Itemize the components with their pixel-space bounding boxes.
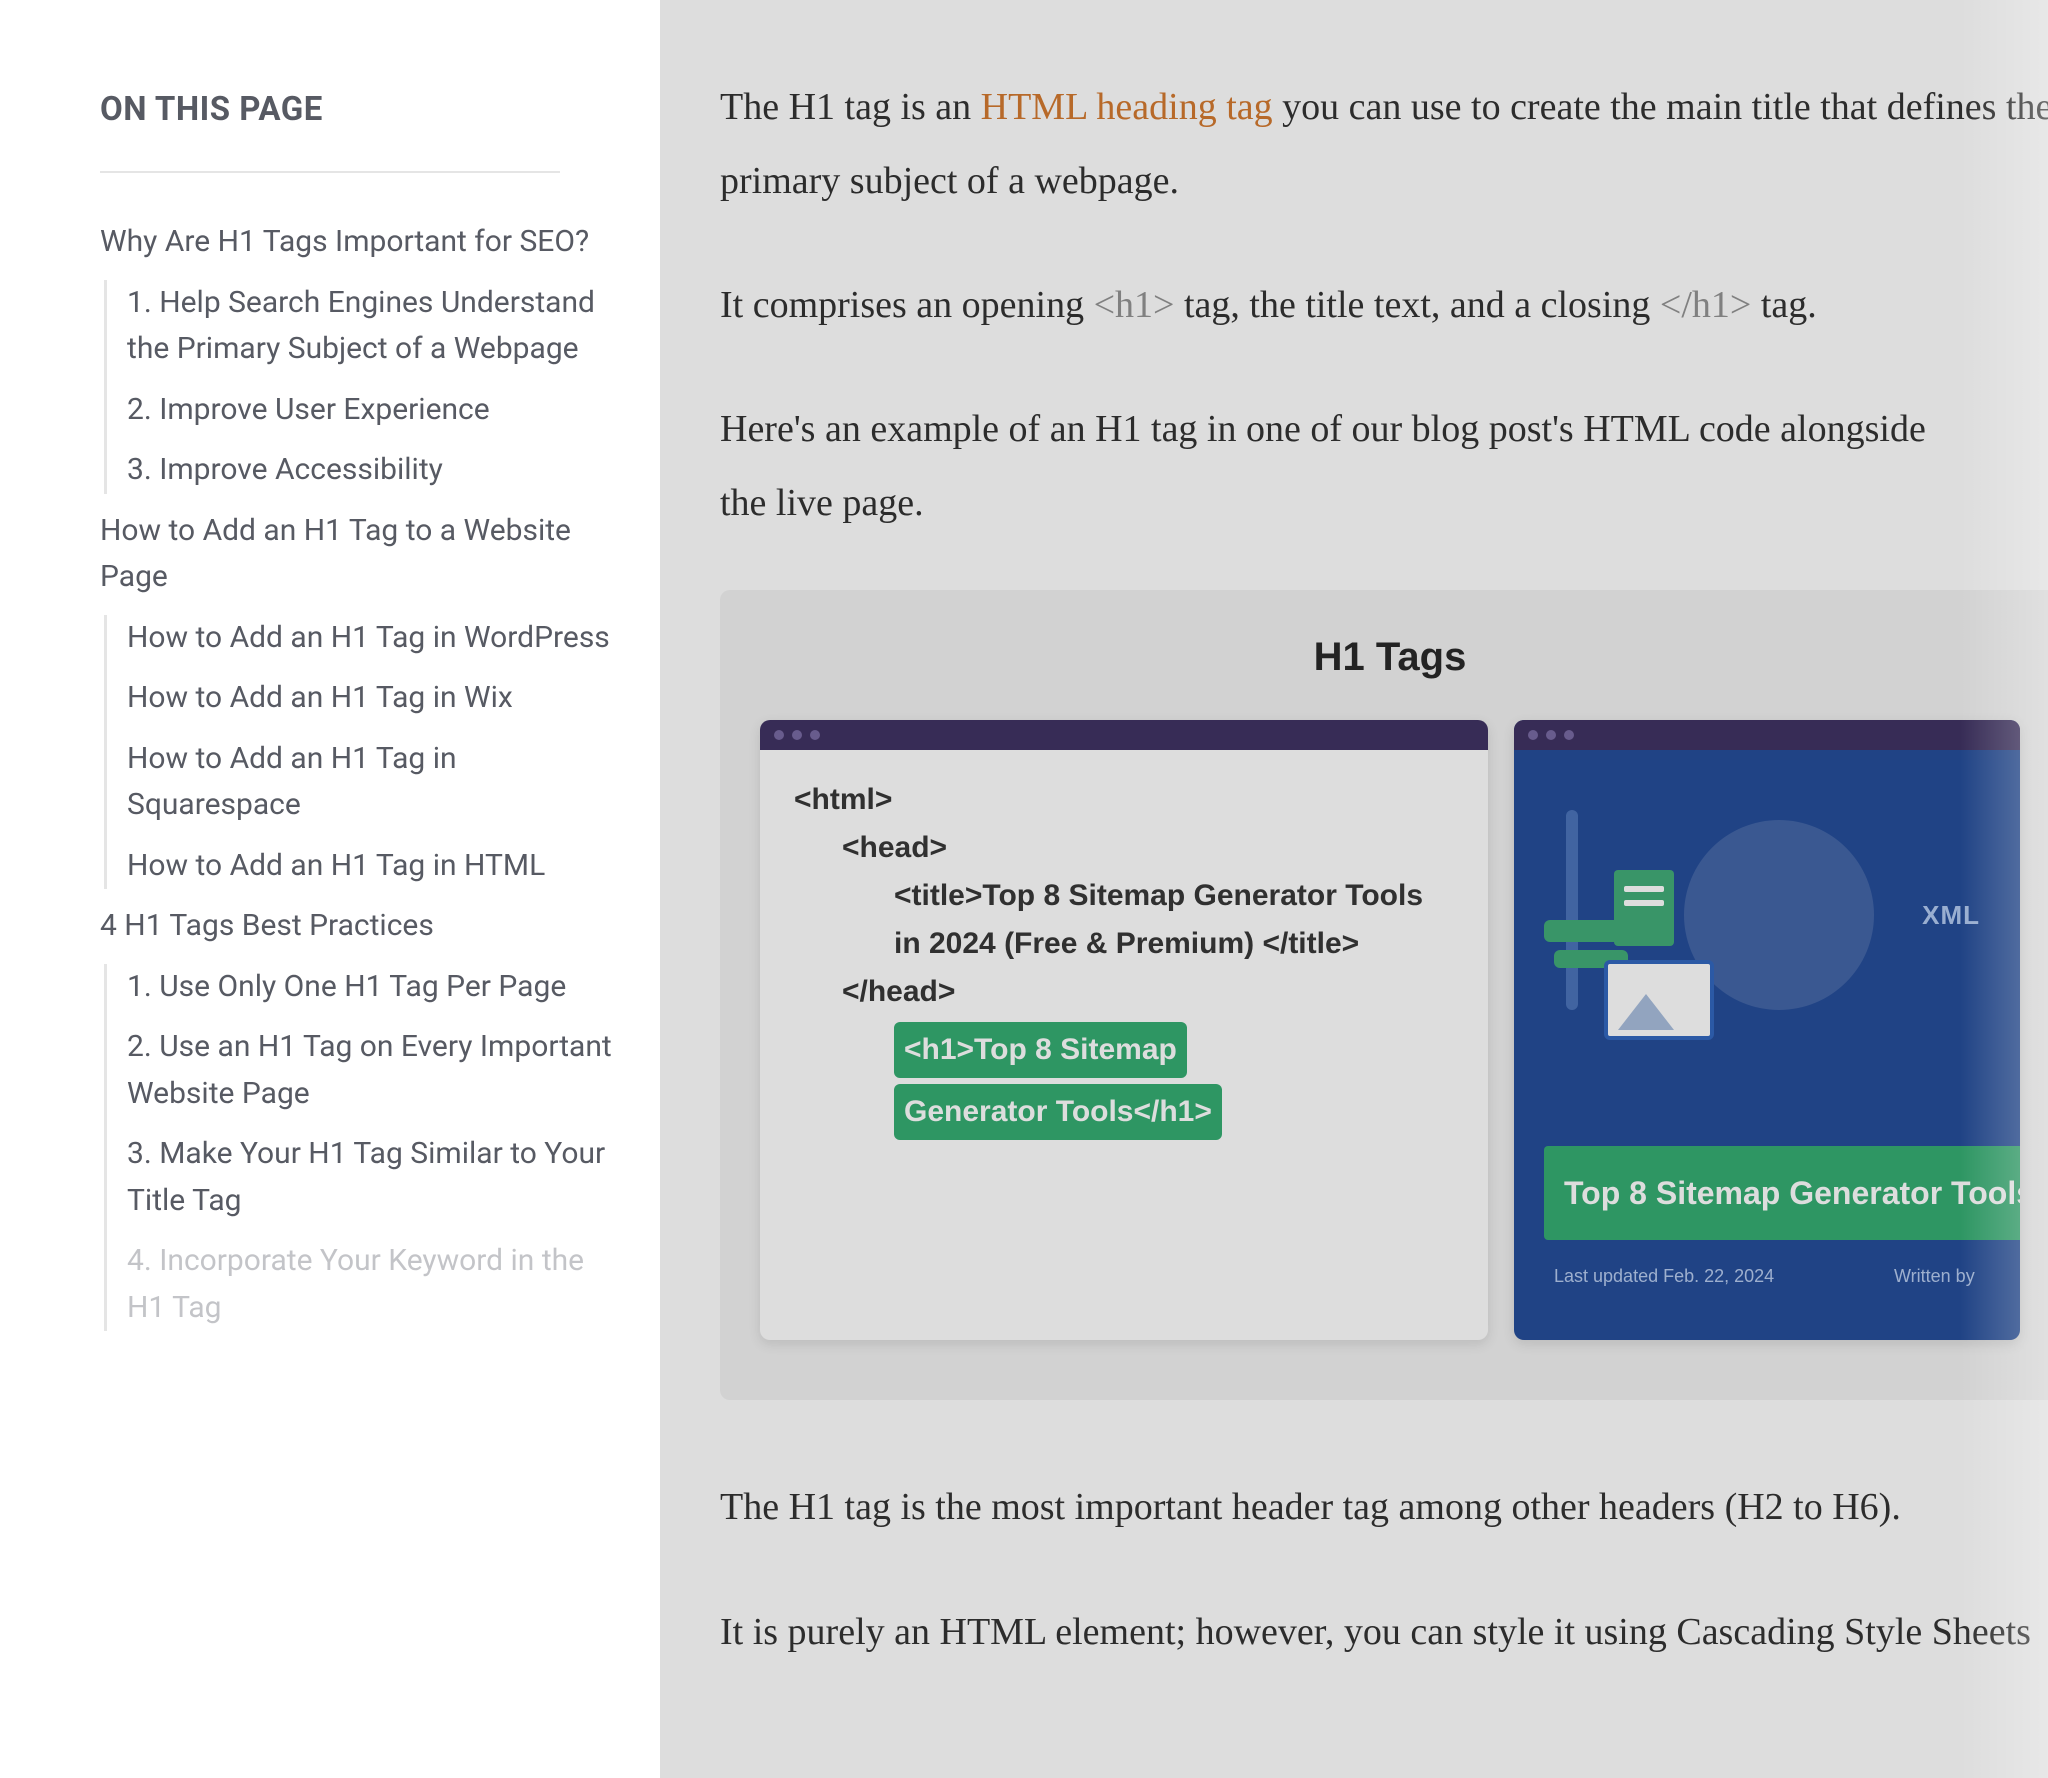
- link-html-heading-tag[interactable]: HTML heading tag: [981, 86, 1273, 128]
- text: The H1 tag is an: [720, 86, 981, 128]
- paragraph: Here's an example of an H1 tag in one of…: [720, 392, 2048, 540]
- toc-link-best-practices[interactable]: 4 H1 Tags Best Practices: [100, 903, 620, 950]
- code-line: <html>: [794, 776, 1454, 824]
- toc-link-keyword[interactable]: 4. Incorporate Your Keyword in the H1 Ta…: [127, 1238, 620, 1331]
- toc-subgroup: 1. Help Search Engines Understand the Pr…: [104, 280, 620, 494]
- diagram-windows: <html> <head> <title>Top 8 Sitemap Gener…: [760, 720, 2020, 1340]
- window-dot-icon: [774, 730, 784, 740]
- window-dot-icon: [1528, 730, 1538, 740]
- toc-link-why-important[interactable]: Why Are H1 Tags Important for SEO?: [100, 219, 620, 266]
- toc-heading: ON THIS PAGE: [100, 90, 620, 129]
- code-line-highlight: <h1>Top 8 Sitemap Generator Tools</h1>: [794, 1016, 1454, 1140]
- window-preview: XML Top 8 Sitemap Generator Tools Last u…: [1514, 720, 2020, 1340]
- article-main: The H1 tag is an HTML heading tag you ca…: [660, 0, 2048, 1778]
- window-titlebar: [760, 720, 1488, 750]
- toc-link-html[interactable]: How to Add an H1 Tag in HTML: [127, 843, 620, 890]
- toc-link-squarespace[interactable]: How to Add an H1 Tag in Squarespace: [127, 736, 620, 829]
- image-icon: [1604, 960, 1714, 1040]
- toc-link-how-to-add[interactable]: How to Add an H1 Tag to a Website Page: [100, 508, 620, 601]
- meta-author: Written by: [1894, 1259, 1975, 1294]
- preview-meta: Last updated Feb. 22, 2024 Written by: [1554, 1259, 1774, 1294]
- h1-highlight: <h1>Top 8 Sitemap: [894, 1022, 1187, 1078]
- decor-line-icon: [1566, 810, 1578, 1010]
- window-titlebar: [1514, 720, 2020, 750]
- toc-link-search-engines[interactable]: 1. Help Search Engines Understand the Pr…: [127, 280, 620, 373]
- preview-h1-title: Top 8 Sitemap Generator Tools: [1544, 1146, 2020, 1240]
- paragraph: It comprises an opening <h1> tag, the ti…: [720, 268, 2048, 342]
- text: tag, the title text, and a closing: [1174, 284, 1659, 326]
- code-body: <html> <head> <title>Top 8 Sitemap Gener…: [760, 750, 1488, 1174]
- toc-subgroup: 1. Use Only One H1 Tag Per Page 2. Use a…: [104, 964, 620, 1332]
- article-body: The H1 tag is an HTML heading tag you ca…: [720, 70, 2048, 1669]
- toc-link-every-page[interactable]: 2. Use an H1 Tag on Every Important Webs…: [127, 1024, 620, 1117]
- h1-highlight: Generator Tools</h1>: [894, 1084, 1222, 1140]
- code-literal: <h1>: [1094, 284, 1175, 326]
- divider: [100, 171, 560, 173]
- paragraph: The H1 tag is an HTML heading tag you ca…: [720, 70, 2048, 218]
- toc-sidebar: ON THIS PAGE Why Are H1 Tags Important f…: [0, 0, 660, 1778]
- text: tag.: [1751, 284, 1816, 326]
- toc-link-similar-title[interactable]: 3. Make Your H1 Tag Similar to Your Titl…: [127, 1131, 620, 1224]
- window-dot-icon: [1546, 730, 1556, 740]
- code-line: </head>: [794, 968, 1454, 1016]
- preview-body: XML Top 8 Sitemap Generator Tools Last u…: [1514, 750, 2020, 1340]
- meta-updated: Last updated Feb. 22, 2024: [1554, 1266, 1774, 1286]
- text: primary subject of a webpage.: [720, 160, 1179, 202]
- window-dot-icon: [810, 730, 820, 740]
- code-line: <head>: [794, 824, 1454, 872]
- decor-bar-icon: [1544, 920, 1634, 942]
- paragraph: The H1 tag is the most important header …: [720, 1470, 2048, 1544]
- toc-link-wordpress[interactable]: How to Add an H1 Tag in WordPress: [127, 615, 620, 662]
- window-code: <html> <head> <title>Top 8 Sitemap Gener…: [760, 720, 1488, 1340]
- toc-link-one-h1[interactable]: 1. Use Only One H1 Tag Per Page: [127, 964, 620, 1011]
- text: you can use to create the main title tha…: [1273, 86, 2048, 128]
- text: the live page.: [720, 482, 924, 524]
- paragraph: It is purely an HTML element; however, y…: [720, 1595, 2048, 1669]
- code-literal: </h1>: [1660, 284, 1751, 326]
- toc-link-ux[interactable]: 2. Improve User Experience: [127, 387, 620, 434]
- window-dot-icon: [792, 730, 802, 740]
- window-dot-icon: [1564, 730, 1574, 740]
- toc-link-wix[interactable]: How to Add an H1 Tag in Wix: [127, 675, 620, 722]
- xml-label: XML: [1922, 890, 1980, 941]
- diagram-title: H1 Tags: [760, 618, 2020, 696]
- text: It comprises an opening: [720, 284, 1094, 326]
- diagram-h1-tags: H1 Tags <html> <head> <title>Top 8 Sitem…: [720, 590, 2048, 1400]
- toc-nav: Why Are H1 Tags Important for SEO? 1. He…: [100, 219, 620, 1331]
- text: Here's an example of an H1 tag in one of…: [720, 408, 1926, 450]
- code-line: <title>Top 8 Sitemap Generator Tools in …: [794, 872, 1454, 968]
- toc-subgroup: How to Add an H1 Tag in WordPress How to…: [104, 615, 620, 890]
- toc-link-accessibility[interactable]: 3. Improve Accessibility: [127, 447, 620, 494]
